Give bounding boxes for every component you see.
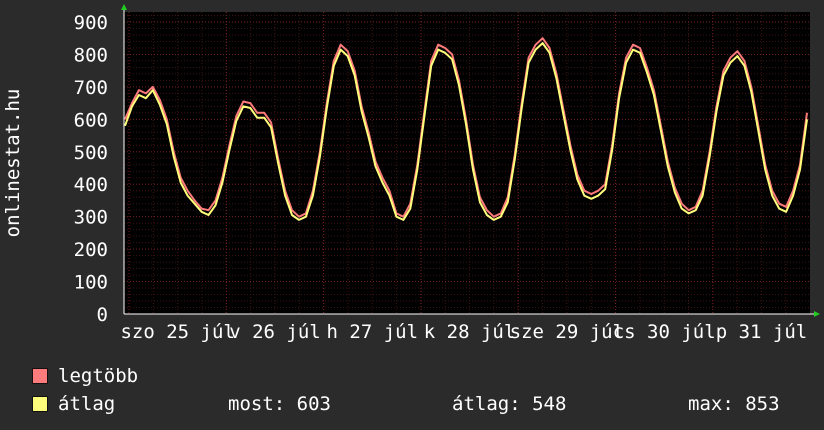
y-tick-label: 100 (74, 272, 108, 294)
x-tick-label: sze 29 júl (510, 321, 624, 343)
legend-label-avg: átlag (58, 393, 116, 415)
x-axis-arrow (814, 311, 820, 317)
y-tick-label: 200 (74, 239, 108, 261)
y-tick-label: 900 (74, 12, 108, 34)
stat-avg-label: átlag: (452, 393, 521, 415)
y-tick-label: 500 (74, 142, 108, 164)
y-tick-label: 700 (74, 77, 108, 99)
y-tick-label: 600 (74, 109, 108, 131)
y-tick-label: 800 (74, 44, 108, 66)
line-chart: 0 100 200 300 400 500 600 700 800 900 szo 25 júlv… (2, 4, 820, 343)
stat-avg: átlag: 548 (452, 390, 566, 418)
y-tick-label: 0 (97, 304, 108, 326)
x-tick-label: v 26 júl (229, 321, 321, 343)
legend-label-max: legtöbb (58, 365, 139, 387)
stat-max-value: 853 (745, 393, 780, 415)
legend-swatch-max (32, 368, 48, 384)
y-tick-labels: 0 100 200 300 400 500 600 700 800 900 (74, 12, 108, 326)
x-tick-label: p 31 júl (716, 321, 808, 343)
x-tick-label: k 28 júl (424, 321, 516, 343)
stat-max: max: 853 (688, 390, 780, 418)
stat-now-value: 603 (296, 393, 331, 415)
x-tick-label: cs 30 júl (613, 321, 716, 343)
stat-avg-value: 548 (532, 393, 567, 415)
x-tick-label: szo 25 júl (120, 321, 234, 343)
x-tick-labels: szo 25 júlv 26 júl h 27 júl k 28 júlsze 29… (120, 321, 807, 343)
y-axis-arrow (121, 4, 127, 10)
y-tick-label: 400 (74, 174, 108, 196)
y-tick-label: 300 (74, 207, 108, 229)
stat-now-label: most: (228, 393, 286, 415)
legend-swatch-avg (32, 396, 48, 412)
y-axis-label: onlinestat.hu (2, 89, 24, 238)
stat-now: most: 603 (228, 390, 331, 418)
x-tick-label: h 27 júl (327, 321, 419, 343)
stat-max-label: max: (688, 393, 734, 415)
